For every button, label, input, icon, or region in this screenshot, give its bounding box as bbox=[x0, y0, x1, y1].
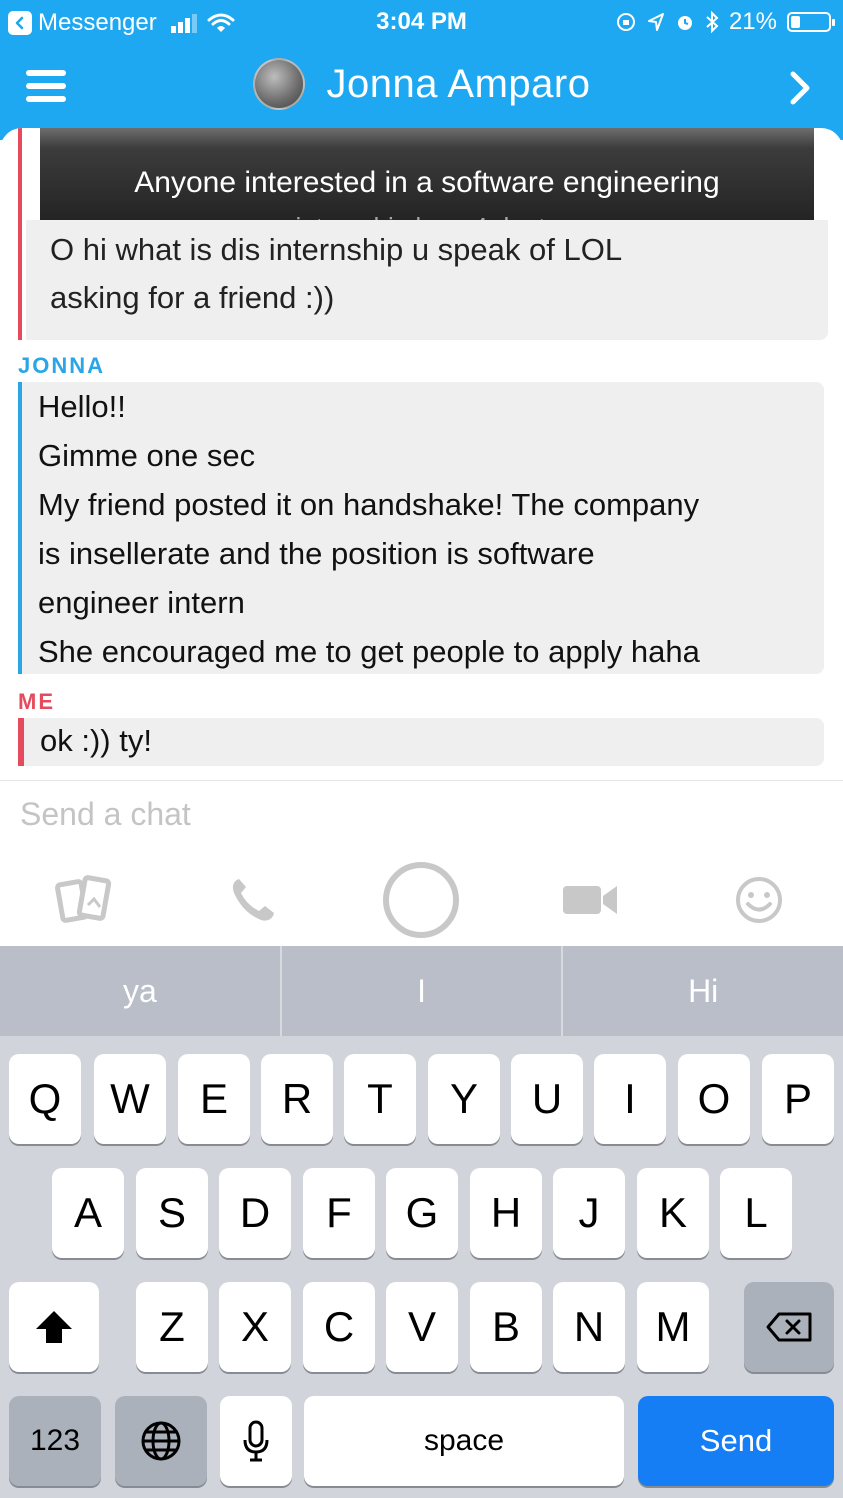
globe-key[interactable] bbox=[115, 1396, 207, 1486]
video-call-button[interactable] bbox=[548, 858, 632, 942]
header: Messenger 3:04 PM 21% Jonna Amparo bbox=[0, 0, 843, 140]
message-line: is insellerate and the position is softw… bbox=[38, 536, 595, 571]
battery-percent: 21% bbox=[728, 8, 777, 35]
sender-label-jonna: JONNA bbox=[18, 353, 106, 378]
contact-name: Jonna Amparo bbox=[326, 61, 591, 106]
alarm-icon bbox=[677, 16, 692, 30]
key-k[interactable]: K bbox=[637, 1168, 709, 1258]
space-key[interactable]: space bbox=[304, 1396, 624, 1486]
quoted-story-reply[interactable]: Anyone interested in a software engineer… bbox=[18, 128, 828, 340]
key-a[interactable]: A bbox=[52, 1168, 124, 1258]
location-icon bbox=[647, 13, 664, 31]
key-y[interactable]: Y bbox=[428, 1054, 500, 1144]
key-p[interactable]: P bbox=[762, 1054, 834, 1144]
send-key[interactable]: Send bbox=[638, 1396, 834, 1486]
emoji-icon bbox=[736, 877, 782, 923]
backspace-key[interactable] bbox=[744, 1282, 834, 1372]
globe-icon bbox=[141, 1421, 181, 1461]
capture-icon bbox=[383, 862, 459, 938]
chat-input[interactable] bbox=[20, 796, 820, 833]
message-line: Gimme one sec bbox=[38, 438, 256, 473]
capture-button[interactable] bbox=[379, 858, 463, 942]
key-v[interactable]: V bbox=[386, 1282, 458, 1372]
dictation-key[interactable] bbox=[220, 1396, 292, 1486]
suggestion-item[interactable]: I bbox=[282, 946, 564, 1036]
key-u[interactable]: U bbox=[511, 1054, 583, 1144]
video-icon bbox=[563, 886, 617, 914]
call-button[interactable] bbox=[210, 858, 294, 942]
key-c[interactable]: C bbox=[303, 1282, 375, 1372]
key-w[interactable]: W bbox=[94, 1054, 166, 1144]
emoji-button[interactable] bbox=[717, 858, 801, 942]
quoted-reply-bubble: O hi what is dis internship u speak of L… bbox=[26, 220, 828, 340]
story-caption: Anyone interested in a software engineer… bbox=[134, 166, 720, 199]
shift-key[interactable] bbox=[9, 1282, 99, 1372]
key-h[interactable]: H bbox=[470, 1168, 542, 1258]
quoted-story-media[interactable]: Anyone interested in a software engineer… bbox=[40, 128, 814, 242]
status-bar: Messenger 3:04 PM 21% bbox=[0, 0, 843, 44]
microphone-icon bbox=[243, 1420, 269, 1462]
numbers-key[interactable]: 123 bbox=[9, 1396, 101, 1486]
message-line: O hi what is dis internship u speak of L… bbox=[50, 232, 623, 267]
chat-area[interactable]: Anyone interested in a software engineer… bbox=[0, 128, 843, 780]
battery-icon bbox=[787, 12, 835, 32]
suggestion-item[interactable]: ya bbox=[0, 946, 282, 1036]
key-d[interactable]: D bbox=[219, 1168, 291, 1258]
avatar[interactable] bbox=[252, 58, 305, 110]
sender-label-me: ME bbox=[18, 689, 55, 714]
key-b[interactable]: B bbox=[470, 1282, 542, 1372]
keyboard: ya I Hi Q W E R T Y U I O P A S D F G H … bbox=[0, 946, 843, 1498]
key-e[interactable]: E bbox=[178, 1054, 250, 1144]
message-line: engineer intern bbox=[38, 585, 245, 620]
key-r[interactable]: R bbox=[261, 1054, 333, 1144]
chevron-right-icon[interactable] bbox=[787, 70, 813, 106]
key-l[interactable]: L bbox=[720, 1168, 792, 1258]
key-n[interactable]: N bbox=[553, 1282, 625, 1372]
message-line: She encouraged me to get people to apply… bbox=[38, 634, 700, 669]
key-m[interactable]: M bbox=[637, 1282, 709, 1372]
predictive-bar: ya I Hi bbox=[0, 946, 843, 1036]
key-s[interactable]: S bbox=[136, 1168, 208, 1258]
bluetooth-icon bbox=[706, 11, 719, 33]
key-f[interactable]: F bbox=[303, 1168, 375, 1258]
key-q[interactable]: Q bbox=[9, 1054, 81, 1144]
shift-icon bbox=[36, 1311, 72, 1343]
message-group-jonna[interactable]: Hello!! Gimme one sec My friend posted i… bbox=[18, 382, 824, 674]
message-line: Hello!! bbox=[38, 389, 126, 424]
orientation-lock-icon bbox=[616, 13, 635, 31]
chat-actions-bar bbox=[0, 858, 843, 942]
message-line: asking for a friend :)) bbox=[50, 280, 335, 315]
status-icons: 21% bbox=[615, 8, 835, 36]
phone-icon bbox=[232, 879, 274, 921]
divider bbox=[0, 780, 843, 781]
key-i[interactable]: I bbox=[594, 1054, 666, 1144]
key-j[interactable]: J bbox=[553, 1168, 625, 1258]
contact-header[interactable]: Jonna Amparo bbox=[0, 58, 843, 110]
chat-nav-bar: Jonna Amparo bbox=[0, 48, 843, 128]
message-line: ok :)) ty! bbox=[40, 723, 152, 758]
key-z[interactable]: Z bbox=[136, 1282, 208, 1372]
backspace-icon bbox=[766, 1312, 812, 1342]
key-g[interactable]: G bbox=[386, 1168, 458, 1258]
message-line: My friend posted it on handshake! The co… bbox=[38, 487, 700, 522]
key-t[interactable]: T bbox=[344, 1054, 416, 1144]
gallery-icon bbox=[55, 875, 112, 923]
suggestion-item[interactable]: Hi bbox=[563, 946, 843, 1036]
message-group-me[interactable]: ok :)) ty! bbox=[18, 718, 824, 766]
gallery-button[interactable] bbox=[42, 858, 126, 942]
key-o[interactable]: O bbox=[678, 1054, 750, 1144]
key-x[interactable]: X bbox=[219, 1282, 291, 1372]
